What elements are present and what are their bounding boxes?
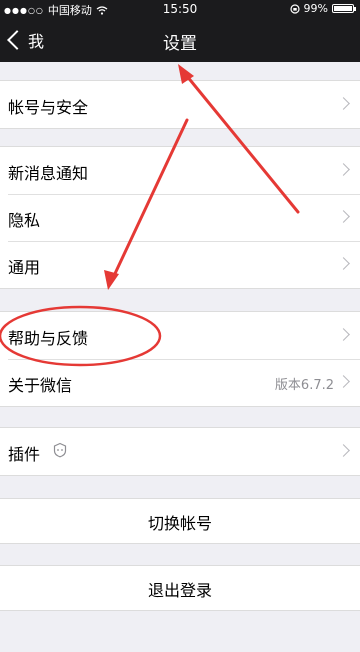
battery-percent: 99% — [303, 2, 328, 15]
row-label: 新消息通知 — [8, 164, 89, 183]
chevron-right-icon — [337, 210, 350, 223]
row-new-message-notify[interactable]: 新消息通知 — [0, 147, 360, 194]
chevron-right-icon — [337, 328, 350, 341]
row-plugins[interactable]: 插件 — [0, 428, 360, 475]
group-settings: 新消息通知 隐私 通用 — [0, 146, 360, 289]
rotation-lock-icon — [289, 3, 300, 14]
logout-button[interactable]: 退出登录 — [0, 566, 360, 610]
row-help-feedback[interactable]: 帮助与反馈 — [0, 312, 360, 359]
group-help-about: 帮助与反馈 关于微信 版本6.7.2 — [0, 311, 360, 407]
row-general[interactable]: 通用 — [0, 241, 360, 288]
row-label: 通用 — [8, 258, 41, 277]
status-bar: ●●●○○ 中国移动 15:50 99% — [0, 0, 360, 18]
row-label: 隐私 — [8, 211, 41, 230]
chevron-right-icon — [337, 375, 350, 388]
chevron-right-icon — [337, 444, 350, 457]
status-right: 99% — [289, 2, 356, 15]
chevron-right-icon — [337, 257, 350, 270]
row-label: 帮助与反馈 — [8, 329, 89, 348]
row-about-wechat[interactable]: 关于微信 版本6.7.2 — [0, 359, 360, 406]
group-switch-account: 切换帐号 — [0, 498, 360, 544]
page-title: 设置 — [163, 34, 197, 54]
row-label: 关于微信 — [8, 376, 73, 395]
version-value: 版本6.7.2 — [274, 378, 334, 393]
row-privacy[interactable]: 隐私 — [0, 194, 360, 241]
logout-label: 退出登录 — [147, 581, 212, 600]
plugin-badge-icon — [53, 442, 67, 458]
switch-account-label: 切换帐号 — [147, 514, 212, 533]
chevron-right-icon — [337, 163, 350, 176]
battery-fill — [334, 6, 352, 11]
group-plugins: 插件 — [0, 427, 360, 476]
row-label: 帐号与安全 — [8, 98, 89, 117]
row-account-security[interactable]: 帐号与安全 — [0, 81, 360, 128]
nav-bar: 我 设置 — [0, 18, 360, 62]
row-label: 插件 — [8, 445, 41, 464]
battery-icon — [332, 4, 356, 13]
switch-account-button[interactable]: 切换帐号 — [0, 499, 360, 543]
chevron-right-icon — [337, 97, 350, 110]
group-account: 帐号与安全 — [0, 80, 360, 129]
group-logout: 退出登录 — [0, 565, 360, 611]
